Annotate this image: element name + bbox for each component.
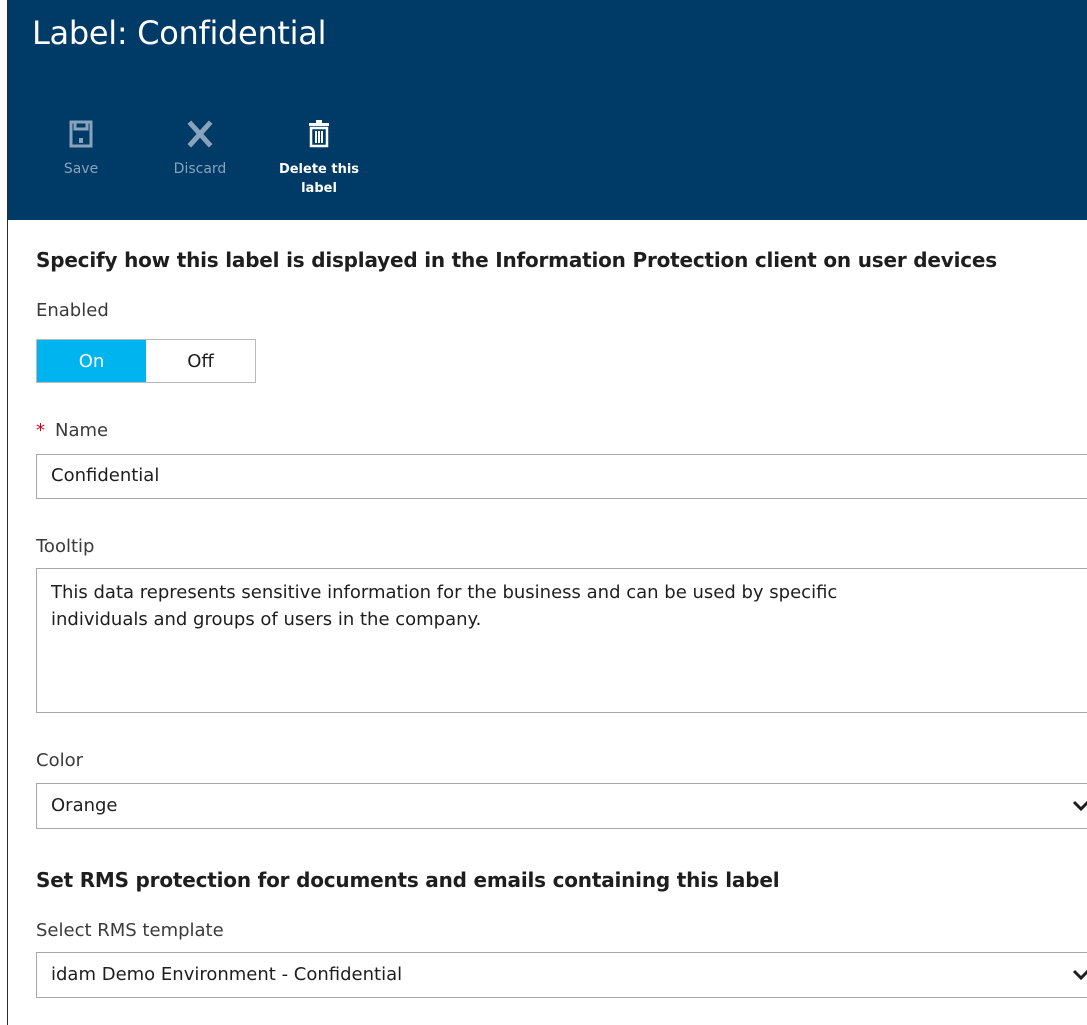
color-label: Color [36, 750, 83, 771]
rms-template-label: Select RMS template [36, 920, 224, 941]
name-label: * Name [36, 420, 108, 441]
delete-label-button[interactable]: Delete this label [274, 118, 364, 198]
color-select[interactable]: Orange [36, 783, 1087, 829]
tooltip-textarea[interactable]: This data represents sensitive informati… [36, 568, 1087, 713]
discard-label: Discard [173, 161, 227, 177]
display-section-heading: Specify how this label is displayed in t… [36, 248, 997, 272]
blade-header: Label: Confidential Save Discard Delete … [8, 0, 1087, 220]
enabled-label: Enabled [36, 300, 109, 321]
rms-template-select[interactable]: idam Demo Environment - Confidential [36, 952, 1087, 998]
page-title: Label: Confidential [32, 14, 327, 52]
rms-template-value: idam Demo Environment - Confidential [51, 964, 403, 985]
color-select-value: Orange [51, 795, 118, 816]
chevron-down-icon [1072, 800, 1087, 812]
discard-icon [187, 120, 213, 148]
name-input[interactable]: Confidential [36, 454, 1087, 499]
delete-label-line2: label [301, 181, 337, 196]
save-label: Save [63, 161, 99, 177]
delete-label-line1: Delete this [278, 162, 360, 177]
enabled-toggle[interactable]: On Off [36, 339, 256, 383]
label-blade: Label: Confidential Save Discard Delete … [7, 0, 1087, 1025]
required-marker: * [36, 420, 45, 441]
save-icon [69, 120, 93, 148]
chevron-down-icon [1072, 969, 1087, 981]
rms-section-heading: Set RMS protection for documents and ema… [36, 868, 780, 892]
toggle-off-option[interactable]: Off [146, 340, 255, 382]
toggle-on-option[interactable]: On [37, 340, 146, 382]
save-button[interactable]: Save [36, 118, 126, 179]
delete-icon [309, 120, 329, 148]
discard-button[interactable]: Discard [155, 118, 245, 179]
tooltip-label: Tooltip [36, 536, 95, 557]
name-label-text: Name [55, 420, 109, 441]
